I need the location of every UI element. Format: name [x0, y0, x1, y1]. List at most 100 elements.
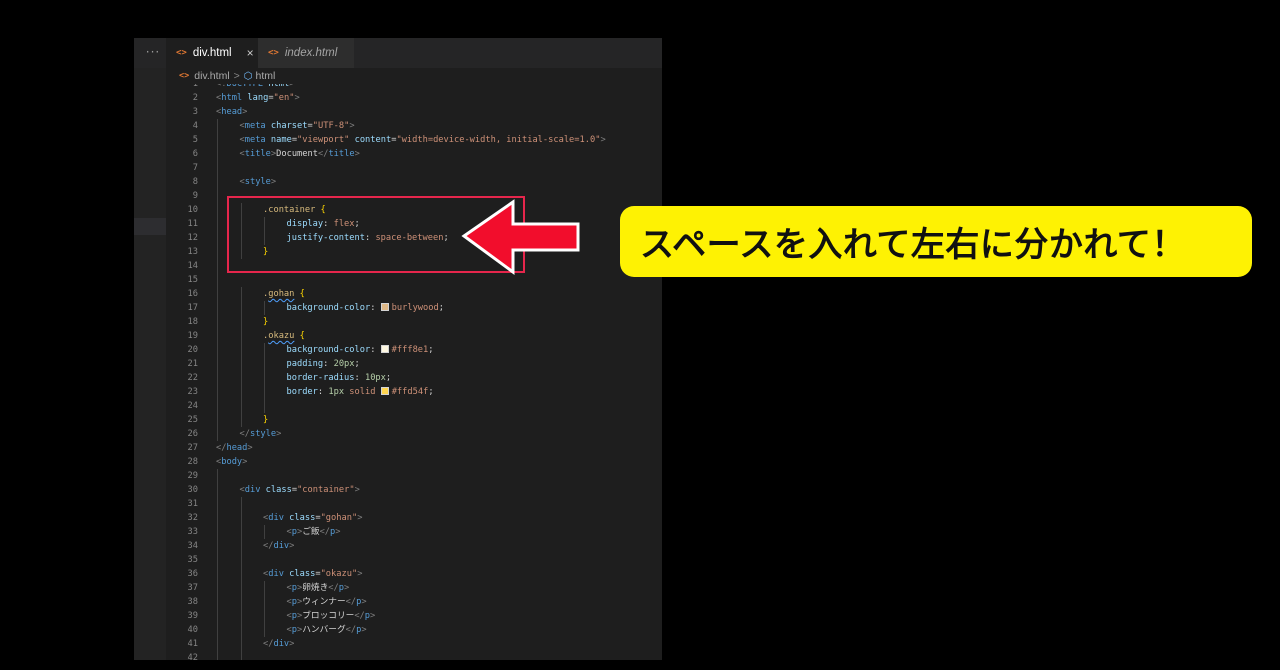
- code-text: </head>: [216, 443, 253, 453]
- indent-guide: [264, 525, 265, 539]
- indent-guide: [217, 245, 218, 259]
- line-number: 16: [187, 289, 198, 299]
- tab-div-html[interactable]: <> div.html ×: [166, 38, 258, 68]
- code-text: <div class="container">: [239, 485, 360, 495]
- line-number: 36: [187, 569, 198, 579]
- indent-guide: [217, 609, 218, 623]
- line-number: 9: [192, 191, 198, 201]
- line-number: 35: [187, 555, 198, 565]
- line-number: 17: [187, 303, 198, 313]
- line-number: 24: [187, 401, 198, 411]
- indent-guide: [217, 581, 218, 595]
- close-icon[interactable]: ×: [247, 46, 254, 60]
- code-text: .okazu {: [263, 331, 305, 341]
- line-number: 18: [187, 317, 198, 327]
- line-number: 32: [187, 513, 198, 523]
- line-number: 33: [187, 527, 198, 537]
- code-area[interactable]: 1 <!DOCTYPE html> 2 <html lang="en"> 3 <head>…: [166, 84, 662, 660]
- line-number: 6: [192, 149, 198, 159]
- indent-guide: [217, 427, 218, 441]
- line-number: 20: [187, 345, 198, 355]
- code-text: <head>: [216, 107, 248, 117]
- indent-guide: [240, 623, 242, 637]
- line-number: 22: [187, 373, 198, 383]
- more-actions-button[interactable]: ···: [140, 38, 166, 68]
- line-number: 21: [187, 359, 198, 369]
- line-number: 7: [192, 163, 198, 173]
- breadcrumb-separator: >: [233, 70, 240, 82]
- indent-guide: [217, 595, 218, 609]
- indent-guide: [217, 217, 218, 231]
- indent-guide: [217, 175, 218, 189]
- breadcrumb-file[interactable]: div.html: [194, 70, 229, 82]
- indent-guide: [240, 371, 242, 385]
- code-text: <p>ハンバーグ</p>: [286, 625, 367, 635]
- indent-guide: [217, 385, 218, 399]
- indent-guide: [217, 343, 218, 357]
- indent-guide: [217, 623, 218, 637]
- indent-guide: [217, 301, 218, 315]
- indent-guide: [240, 301, 242, 315]
- code-text: <p>ブロッコリー</p>: [286, 611, 376, 621]
- indent-guide: [217, 371, 218, 385]
- line-number: 8: [192, 177, 198, 187]
- indent-guide: [217, 133, 218, 147]
- code-text: .gohan {: [263, 289, 305, 299]
- indent-guide: [240, 287, 242, 301]
- indent-guide: [264, 595, 265, 609]
- code-text: <html lang="en">: [216, 93, 300, 103]
- indent-guide: [217, 553, 218, 567]
- line-number: 15: [187, 275, 198, 285]
- line-number: 30: [187, 485, 198, 495]
- indent-guide: [217, 189, 218, 203]
- code-text: background-color: #fff8e1;: [286, 345, 434, 355]
- indent-guide: [240, 539, 242, 553]
- line-number: 29: [187, 471, 198, 481]
- indent-guide: [240, 651, 242, 660]
- line-number: 13: [187, 247, 198, 257]
- code-text: <p>卵焼き</p>: [286, 583, 350, 593]
- line-number: 25: [187, 415, 198, 425]
- indent-guide: [217, 357, 218, 371]
- indent-guide: [240, 609, 242, 623]
- code-text: }: [263, 317, 269, 327]
- line-number: 11: [187, 219, 198, 229]
- breadcrumb-symbol[interactable]: html: [256, 70, 276, 82]
- indent-guide: [264, 343, 265, 357]
- callout-text: スペースを入れて左右に分かれて！: [640, 225, 1186, 265]
- indent-guide: [240, 413, 242, 427]
- indent-guide: [240, 357, 242, 371]
- indent-guide: [217, 469, 218, 483]
- indent-guide: [217, 525, 218, 539]
- symbol-icon: ⬡: [243, 70, 253, 82]
- indent-guide: [217, 413, 218, 427]
- line-number: 31: [187, 499, 198, 509]
- indent-guide: [240, 595, 242, 609]
- tab-index-html[interactable]: <> index.html: [258, 38, 354, 68]
- line-number: 10: [187, 205, 198, 215]
- indent-guide: [217, 637, 218, 651]
- indent-guide: [217, 161, 218, 175]
- indent-guide: [217, 231, 218, 245]
- code-text: <p>ご飯</p>: [286, 527, 341, 537]
- code-text: <!DOCTYPE html>: [216, 84, 295, 89]
- indent-guide: [264, 399, 265, 413]
- code-text: border: 1px solid #ffd54f;: [286, 387, 434, 397]
- indent-guide: [217, 259, 218, 273]
- code-text: border-radius: 10px;: [286, 373, 392, 383]
- indent-guide: [217, 273, 218, 287]
- indent-guide: [264, 623, 265, 637]
- tab-label: div.html: [192, 47, 232, 59]
- indent-guide: [240, 329, 242, 343]
- code-text: <div class="gohan">: [263, 513, 363, 523]
- indent-guide: [217, 147, 218, 161]
- indent-guide: [240, 525, 242, 539]
- line-number: 4: [192, 121, 198, 131]
- indent-guide: [240, 567, 242, 581]
- code-text: <meta name="viewport" content="width=dev…: [239, 135, 606, 145]
- line-number: 14: [187, 261, 198, 271]
- indent-guide: [264, 371, 265, 385]
- line-number: 19: [187, 331, 198, 341]
- indent-guide: [240, 385, 242, 399]
- code-text: <p>ウィンナー</p>: [286, 597, 367, 607]
